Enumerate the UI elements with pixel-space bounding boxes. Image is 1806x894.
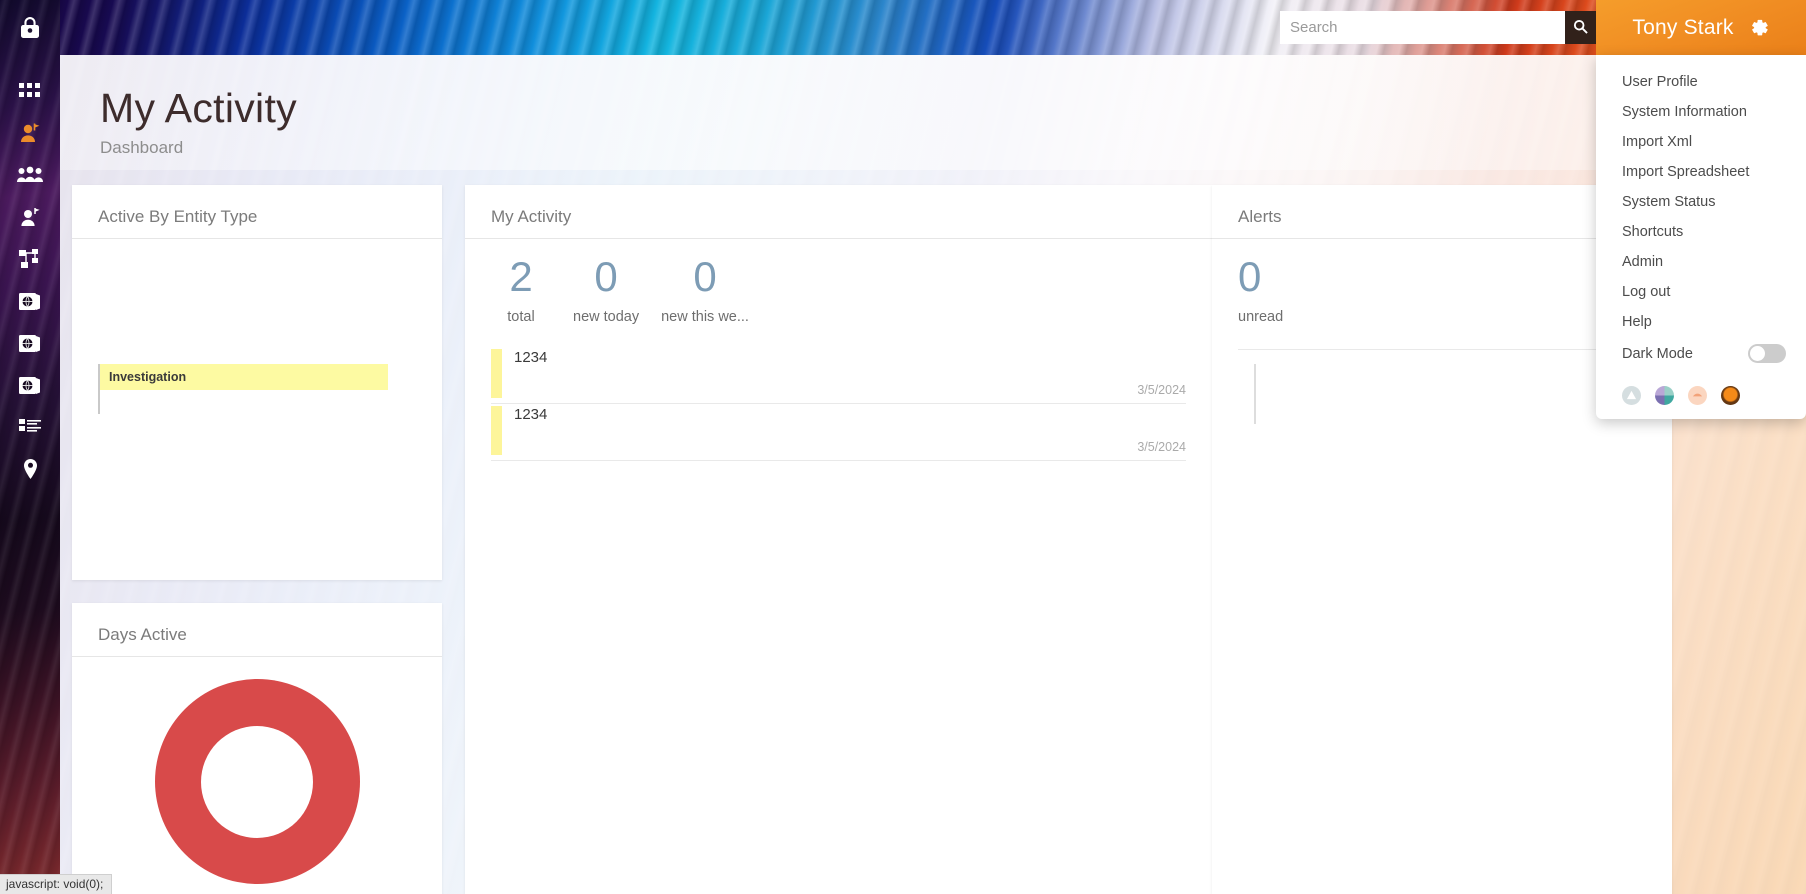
- menu-item-user-profile[interactable]: User Profile: [1596, 67, 1806, 97]
- list-icon[interactable]: [0, 406, 60, 448]
- dark-mode-label: Dark Mode: [1622, 345, 1693, 362]
- status-bar: javascript: void(0);: [0, 874, 113, 894]
- days-active-donut: [154, 679, 360, 884]
- dashboard-panels: Active By Entity Type Investigation Days…: [72, 185, 1806, 894]
- activity-item-label: 1234: [514, 406, 548, 424]
- panel-title-entity: Active By Entity Type: [72, 185, 442, 239]
- search-button[interactable]: [1565, 11, 1596, 44]
- menu-item-admin[interactable]: Admin: [1596, 247, 1806, 277]
- stat-new-today-label: new today: [573, 309, 640, 326]
- stat-total: 2 total: [491, 253, 551, 325]
- menu-item-system-status[interactable]: System Status: [1596, 187, 1806, 217]
- theme-swatch-multi[interactable]: [1655, 386, 1674, 405]
- activity-item-accent: [491, 349, 502, 399]
- menu-item-import-xml[interactable]: Import Xml: [1596, 127, 1806, 157]
- user-dropdown-menu: User Profile System Information Import X…: [1596, 55, 1806, 419]
- top-bar: Tony Stark: [0, 0, 1806, 55]
- stat-new-today: 0 new today: [573, 253, 639, 325]
- dark-mode-toggle[interactable]: [1748, 344, 1786, 363]
- activity-item-date: 3/5/2024: [1137, 440, 1186, 455]
- menu-item-system-information[interactable]: System Information: [1596, 97, 1806, 127]
- people-group-icon[interactable]: [0, 154, 60, 196]
- person-flag-icon[interactable]: [0, 112, 60, 154]
- search-icon: [1573, 19, 1588, 37]
- network-nodes-icon[interactable]: [0, 238, 60, 280]
- gear-icon: [1748, 17, 1770, 39]
- theme-swatch-peach[interactable]: [1688, 386, 1707, 405]
- page-title: My Activity: [100, 85, 297, 131]
- activity-list-item[interactable]: 1234 3/5/2024: [491, 347, 1186, 405]
- activity-item-date: 3/5/2024: [1137, 383, 1186, 398]
- stat-new-this-week: 0 new this we...: [661, 253, 749, 325]
- search-box: [1280, 11, 1596, 44]
- menu-item-log-out[interactable]: Log out: [1596, 277, 1806, 307]
- alerts-chart-axis: [1254, 364, 1256, 425]
- panel-title-my-activity: My Activity: [465, 185, 1212, 239]
- entity-bar-chart: Investigation: [72, 239, 442, 469]
- case-globe-icon-2[interactable]: [0, 322, 60, 364]
- left-sidebar: [0, 0, 60, 894]
- entity-bar-investigation[interactable]: Investigation: [100, 364, 388, 390]
- panel-active-by-entity-type: Active By Entity Type Investigation: [72, 185, 442, 580]
- entity-bar-row: Investigation: [98, 364, 388, 414]
- case-globe-icon-3[interactable]: [0, 364, 60, 406]
- theme-swatch-amber[interactable]: [1721, 386, 1740, 405]
- activity-list-item[interactable]: 1234 3/5/2024: [491, 404, 1186, 462]
- stat-total-label: total: [507, 309, 535, 326]
- activity-list: 1234 3/5/2024 1234 3/5/2024: [465, 347, 1212, 462]
- location-pin-icon[interactable]: [0, 448, 60, 490]
- dark-mode-row: Dark Mode: [1596, 337, 1806, 370]
- user-menu-button[interactable]: Tony Stark: [1596, 0, 1806, 55]
- menu-item-shortcuts[interactable]: Shortcuts: [1596, 217, 1806, 247]
- theme-swatch-grey[interactable]: [1622, 386, 1641, 405]
- activity-item-accent: [491, 406, 502, 456]
- app-root: Tony Stark User Profile System Informati…: [0, 0, 1806, 894]
- panel-my-activity: My Activity 2 total 0 new today 0 new th…: [465, 185, 1212, 894]
- person-add-icon[interactable]: [0, 196, 60, 238]
- stat-new-this-week-label: new this we...: [661, 309, 749, 326]
- stat-new-this-week-value: 0: [693, 253, 717, 300]
- panel-days-active: Days Active: [72, 603, 442, 894]
- menu-item-import-spreadsheet[interactable]: Import Spreadsheet: [1596, 157, 1806, 187]
- activity-stats: 2 total 0 new today 0 new this we...: [465, 239, 1212, 325]
- activity-item-label: 1234: [514, 349, 548, 367]
- dashboard-grid-icon[interactable]: [0, 70, 60, 112]
- user-name-label: Tony Stark: [1632, 15, 1734, 39]
- panel-title-days-active: Days Active: [72, 603, 442, 657]
- page-subtitle: Dashboard: [100, 138, 184, 157]
- stat-total-value: 2: [509, 253, 533, 300]
- case-globe-icon-1[interactable]: [0, 280, 60, 322]
- theme-swatch-row: [1596, 370, 1806, 409]
- search-input[interactable]: [1280, 11, 1565, 44]
- menu-item-help[interactable]: Help: [1596, 307, 1806, 337]
- days-active-chart: [72, 657, 442, 884]
- alerts-divider: [1238, 349, 1646, 351]
- page-header: My Activity Dashboard: [100, 88, 297, 158]
- stat-new-today-value: 0: [594, 253, 618, 300]
